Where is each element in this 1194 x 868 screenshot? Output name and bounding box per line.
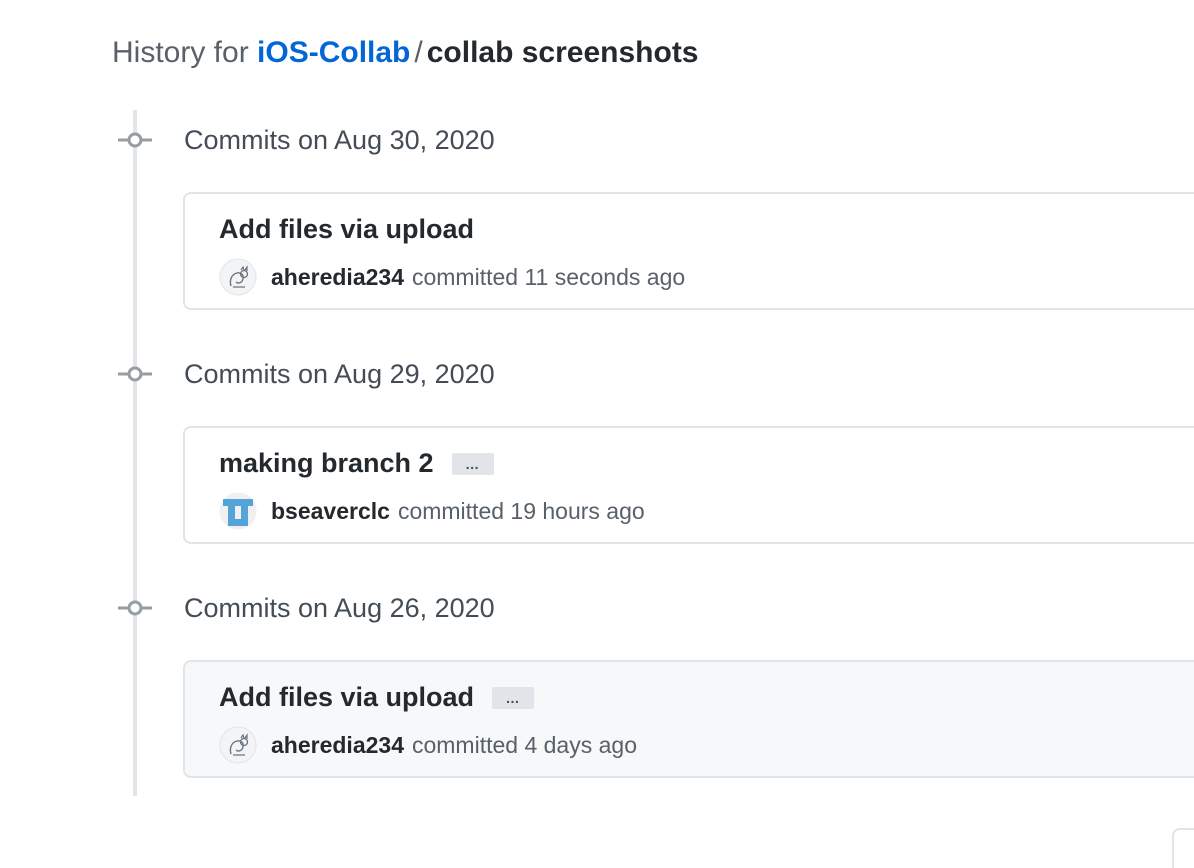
title-prefix: History for: [112, 36, 249, 69]
commit-card: Add files via upload … aheredia234 commi…: [183, 660, 1194, 778]
pagination-box-partial[interactable]: [1172, 828, 1194, 868]
commit-title-row: making branch 2 …: [219, 448, 494, 479]
commit-card: Add files via upload aheredia234 committ…: [183, 192, 1194, 310]
commit-node-icon: [118, 130, 152, 150]
file-path: collab screenshots: [426, 36, 699, 69]
squirrel-avatar-icon[interactable]: [219, 258, 257, 296]
author-link[interactable]: aheredia234: [271, 264, 404, 291]
commit-group-date: Commits on Aug 29, 2020: [184, 358, 495, 389]
commit-meta-row: bseaverclc committed 19 hours ago: [219, 492, 645, 530]
commit-message-link[interactable]: making branch 2: [219, 448, 434, 479]
commit-group-heading: Commits on Aug 29, 2020: [118, 354, 495, 394]
commit-group-heading: Commits on Aug 26, 2020: [118, 588, 495, 628]
page-title: History for iOS-Collab / collab screenshot…: [112, 32, 699, 74]
commit-history-page: History for iOS-Collab / collab screenshot…: [0, 0, 1194, 868]
commit-meta-row: aheredia234 committed 11 seconds ago: [219, 258, 685, 296]
commit-message-link[interactable]: Add files via upload: [219, 682, 474, 713]
commit-group-date: Commits on Aug 26, 2020: [184, 592, 495, 623]
timeline-line: [133, 110, 137, 796]
commit-time: committed 4 days ago: [411, 731, 637, 758]
commit-message-link[interactable]: Add files via upload: [219, 214, 474, 245]
commit-time: committed 11 seconds ago: [411, 263, 686, 290]
commit-meta-row: aheredia234 committed 4 days ago: [219, 726, 637, 764]
commit-node-icon: [118, 598, 152, 618]
author-link[interactable]: aheredia234: [271, 732, 404, 759]
commit-time: committed 19 hours ago: [397, 497, 645, 524]
commit-node-icon: [118, 364, 152, 384]
expand-message-button[interactable]: …: [492, 686, 535, 709]
commit-group-heading: Commits on Aug 30, 2020: [118, 120, 495, 160]
commit-group-date: Commits on Aug 30, 2020: [184, 124, 495, 155]
identicon-avatar-icon[interactable]: [219, 492, 257, 530]
commit-title-row: Add files via upload …: [219, 682, 535, 713]
commit-card: making branch 2 … bseaverclc committed 1…: [183, 426, 1194, 544]
author-link[interactable]: bseaverclc: [271, 498, 390, 525]
path-separator: /: [414, 36, 423, 69]
squirrel-avatar-icon[interactable]: [219, 726, 257, 764]
expand-message-button[interactable]: …: [451, 452, 494, 475]
repo-link[interactable]: iOS-Collab: [257, 36, 410, 69]
commit-title-row: Add files via upload: [219, 214, 474, 245]
